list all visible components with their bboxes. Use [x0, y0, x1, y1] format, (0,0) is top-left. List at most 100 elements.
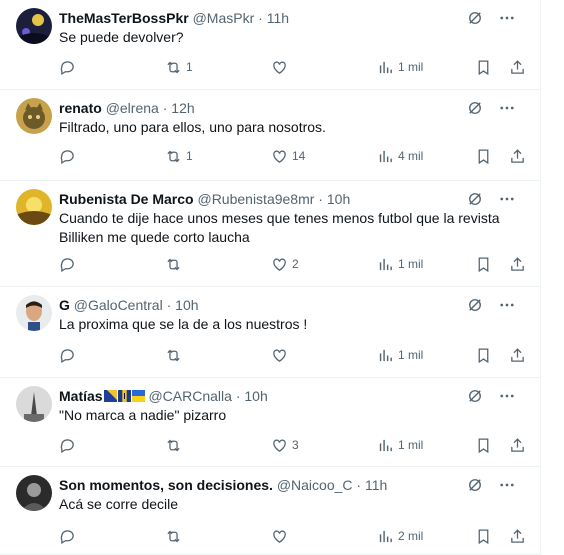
tweet-action-bar: 2 mil: [59, 526, 524, 546]
share-button[interactable]: [509, 254, 526, 274]
more-options-icon[interactable]: [498, 190, 516, 208]
heart-icon: [271, 347, 288, 364]
bookmark-icon: [475, 528, 492, 545]
timestamp[interactable]: 12h: [171, 100, 194, 116]
more-options-icon[interactable]: [498, 476, 516, 494]
reply-button[interactable]: [59, 254, 80, 274]
retweet-button[interactable]: [165, 254, 186, 274]
retweet-icon: [165, 347, 182, 364]
share-button[interactable]: [509, 146, 526, 166]
reply-button[interactable]: [59, 57, 80, 77]
separator-dot: ·: [158, 100, 172, 116]
retweet-button[interactable]: [165, 526, 186, 546]
views-chart-icon: [377, 528, 394, 545]
tweet-text-line: Billiken me quede corto laucha: [59, 229, 250, 245]
more-options-icon[interactable]: [498, 99, 516, 117]
display-name[interactable]: Son momentos, son decisiones.: [59, 477, 273, 493]
display-name[interactable]: TheMasTerBossPkr: [59, 10, 189, 26]
reply-button[interactable]: [59, 345, 80, 365]
reply-tweet[interactable]: Son momentos, son decisiones. @Naicoo_C …: [0, 467, 540, 555]
reply-feed: TheMasTerBossPkr @MasPkr · 11h Se puede d…: [0, 0, 541, 555]
views-button[interactable]: 2 mil: [377, 526, 423, 546]
user-handle[interactable]: @Naicoo_C: [277, 477, 353, 493]
tweet-action-bar: 1 1 mil: [59, 57, 524, 77]
reply-tweet[interactable]: TheMasTerBossPkr @MasPkr · 11h Se puede d…: [0, 0, 540, 90]
share-button[interactable]: [509, 57, 526, 77]
share-button[interactable]: [509, 526, 526, 546]
separator-dot: ·: [352, 477, 365, 493]
user-handle[interactable]: @elrena: [106, 100, 159, 116]
reply-tweet[interactable]: Matías @CARCnalla · 10h "No marca a nadie…: [0, 378, 540, 467]
heart-icon: [271, 59, 288, 76]
views-button[interactable]: 1 mil: [377, 254, 423, 274]
timestamp[interactable]: 10h: [244, 388, 267, 404]
bookmark-button[interactable]: [475, 254, 492, 274]
reply-icon: [59, 437, 76, 454]
reply-tweet[interactable]: G @GaloCentral · 10h La proxima que se la…: [0, 287, 540, 378]
bookmark-button[interactable]: [475, 526, 492, 546]
tower-avatar[interactable]: [16, 386, 52, 422]
timestamp[interactable]: 10h: [175, 297, 198, 313]
reply-tweet[interactable]: renato @elrena · 12h Filtrado, uno para e…: [0, 90, 540, 181]
tweet-text: Cuando te dije hace unos meses que tenes…: [59, 209, 510, 247]
views-button[interactable]: 1 mil: [377, 57, 423, 77]
grok-icon[interactable]: [466, 387, 484, 405]
like-button[interactable]: 2: [271, 254, 299, 274]
cat-avatar[interactable]: [16, 98, 52, 134]
bookmark-button[interactable]: [475, 435, 492, 455]
bookmark-icon: [475, 59, 492, 76]
retweet-icon: [165, 528, 182, 545]
like-button[interactable]: 14: [271, 146, 305, 166]
retweet-button[interactable]: 1: [165, 57, 193, 77]
face-avatar[interactable]: [16, 295, 52, 331]
reply-tweet[interactable]: Rubenista De Marco @Rubenista9e8mr · 10h…: [0, 181, 540, 287]
bookmark-button[interactable]: [475, 57, 492, 77]
more-options-icon[interactable]: [498, 9, 516, 27]
sunset-avatar[interactable]: [16, 189, 52, 225]
dark-night-avatar[interactable]: [16, 8, 52, 44]
tweet-top-actions: [466, 386, 516, 406]
separator-dot: ·: [162, 297, 176, 313]
reply-button[interactable]: [59, 526, 80, 546]
views-button[interactable]: 4 mil: [377, 146, 423, 166]
user-handle[interactable]: @CARCnalla: [148, 388, 231, 404]
like-button[interactable]: [271, 57, 292, 77]
tweet-text-line: Se puede devolver?: [59, 29, 184, 45]
bw-portrait-avatar[interactable]: [16, 475, 52, 511]
more-options-icon[interactable]: [498, 387, 516, 405]
user-handle[interactable]: @GaloCentral: [74, 297, 163, 313]
display-name[interactable]: G: [59, 297, 70, 313]
grok-icon[interactable]: [466, 99, 484, 117]
user-handle[interactable]: @MasPkr: [193, 10, 255, 26]
grok-icon[interactable]: [466, 190, 484, 208]
bookmark-icon: [475, 347, 492, 364]
share-button[interactable]: [509, 345, 526, 365]
like-button[interactable]: [271, 526, 292, 546]
reply-button[interactable]: [59, 146, 80, 166]
display-name[interactable]: Rubenista De Marco: [59, 191, 194, 207]
retweet-button[interactable]: [165, 345, 186, 365]
grok-icon[interactable]: [466, 296, 484, 314]
more-options-icon[interactable]: [498, 296, 516, 314]
like-button[interactable]: 3: [271, 435, 299, 455]
views-button[interactable]: 1 mil: [377, 435, 423, 455]
like-button[interactable]: [271, 345, 292, 365]
bookmark-button[interactable]: [475, 345, 492, 365]
tweet-text-line: Filtrado, uno para ellos, uno para nosot…: [59, 119, 326, 135]
display-name[interactable]: Matías: [59, 388, 103, 404]
reply-icon: [59, 59, 76, 76]
grok-icon[interactable]: [466, 476, 484, 494]
retweet-button[interactable]: [165, 435, 186, 455]
user-handle[interactable]: @Rubenista9e8mr: [197, 191, 314, 207]
bookmark-button[interactable]: [475, 146, 492, 166]
grok-icon[interactable]: [466, 9, 484, 27]
retweet-button[interactable]: 1: [165, 146, 193, 166]
display-name[interactable]: renato: [59, 100, 102, 116]
reply-button[interactable]: [59, 435, 80, 455]
views-button[interactable]: 1 mil: [377, 345, 423, 365]
share-button[interactable]: [509, 435, 526, 455]
timestamp[interactable]: 11h: [267, 10, 289, 26]
timestamp[interactable]: 10h: [327, 191, 350, 207]
timestamp[interactable]: 11h: [365, 477, 387, 493]
reply-icon: [59, 256, 76, 273]
